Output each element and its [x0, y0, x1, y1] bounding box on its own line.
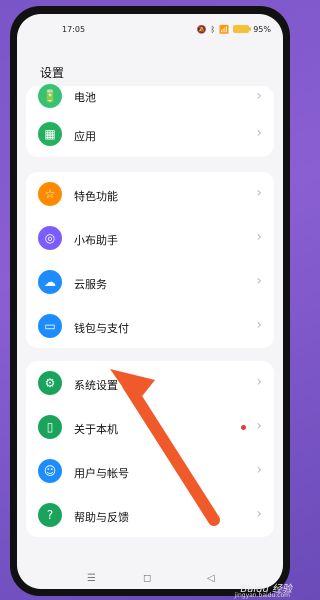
wifi-icon: 📶 — [219, 24, 230, 34]
chevron-right-icon: › — [256, 125, 262, 141]
settings-item-label: 小布助手 — [74, 234, 118, 247]
settings-item-accounts[interactable]: ☺ 用户与帐号 › — [26, 449, 274, 493]
chevron-right-icon: › — [256, 374, 262, 390]
page-title: 设置 — [40, 66, 65, 80]
wallet-icon: ▭ — [38, 314, 62, 338]
chevron-right-icon: › — [256, 88, 262, 104]
chevron-right-icon: › — [256, 273, 262, 289]
settings-group-2: ☆ 特色功能 › ◎ 小布助手 › ☁ 云服务 › ▭ 钱包与支付 › — [26, 172, 274, 348]
settings-item-about[interactable]: ▯ 关于本机 › — [26, 405, 274, 449]
settings-item-label: 应用 — [74, 130, 96, 143]
settings-group-3: ⚙ 系统设置 › ▯ 关于本机 › ☺ 用户与帐号 › ? 帮助与反馈 › — [26, 361, 274, 537]
assistant-icon: ◎ — [38, 226, 62, 250]
settings-item-assistant[interactable]: ◎ 小布助手 › — [26, 216, 274, 260]
status-time: 17:05 — [62, 25, 86, 34]
chevron-right-icon: › — [256, 506, 262, 522]
settings-item-label: 特色功能 — [74, 190, 118, 203]
battery-percent: 95% — [253, 24, 271, 34]
settings-screen: 17:05 🔕 ᛒ 📶 95% 设置 🔋 电池 › ▦ 应用 › ☆ 特色功能 … — [17, 14, 283, 589]
footer-url: jingyan.baidu.com — [234, 592, 290, 599]
status-icons: 🔕 ᛒ 📶 95% — [196, 23, 271, 35]
settings-item-label: 用户与帐号 — [74, 467, 129, 480]
settings-item-battery[interactable]: 🔋 电池 › — [26, 84, 274, 112]
chevron-right-icon: › — [256, 418, 262, 434]
settings-item-wallet[interactable]: ▭ 钱包与支付 › — [26, 304, 274, 348]
settings-group-1: 🔋 电池 › ▦ 应用 › — [26, 84, 274, 157]
settings-item-features[interactable]: ☆ 特色功能 › — [26, 172, 274, 216]
back-icon[interactable]: ◁ — [207, 573, 215, 584]
settings-item-label: 帮助与反馈 — [74, 511, 129, 524]
gear-icon: ⚙ — [38, 371, 62, 395]
star-icon: ☆ — [38, 182, 62, 206]
settings-item-label: 电池 — [74, 91, 96, 104]
chevron-right-icon: › — [256, 462, 262, 478]
cloud-icon: ☁ — [38, 270, 62, 294]
settings-item-label: 钱包与支付 — [74, 322, 129, 335]
settings-item-apps[interactable]: ▦ 应用 › — [26, 112, 274, 157]
user-icon: ☺ — [38, 459, 62, 483]
menu-icon[interactable]: ☰ — [87, 573, 96, 584]
status-bar: 17:05 🔕 ᛒ 📶 95% — [17, 14, 283, 40]
settings-item-help[interactable]: ? 帮助与反馈 › — [26, 493, 274, 537]
settings-item-label: 关于本机 — [74, 423, 118, 436]
chevron-right-icon: › — [256, 317, 262, 333]
apps-icon: ▦ — [38, 122, 62, 146]
battery-icon — [233, 25, 252, 33]
settings-item-system[interactable]: ⚙ 系统设置 › — [26, 361, 274, 405]
settings-item-cloud[interactable]: ☁ 云服务 › — [26, 260, 274, 304]
settings-item-label: 云服务 — [74, 278, 107, 291]
home-icon[interactable]: ◻ — [143, 573, 151, 584]
settings-item-label: 系统设置 — [74, 379, 118, 392]
help-icon: ? — [38, 503, 62, 527]
chevron-right-icon: › — [256, 229, 262, 245]
phone-icon: ▯ — [38, 415, 62, 439]
notification-dot — [241, 425, 246, 430]
battery-icon: 🔋 — [38, 84, 62, 108]
bluetooth-icon: ᛒ — [210, 24, 216, 34]
chevron-right-icon: › — [256, 185, 262, 201]
mute-icon: 🔕 — [196, 24, 207, 34]
